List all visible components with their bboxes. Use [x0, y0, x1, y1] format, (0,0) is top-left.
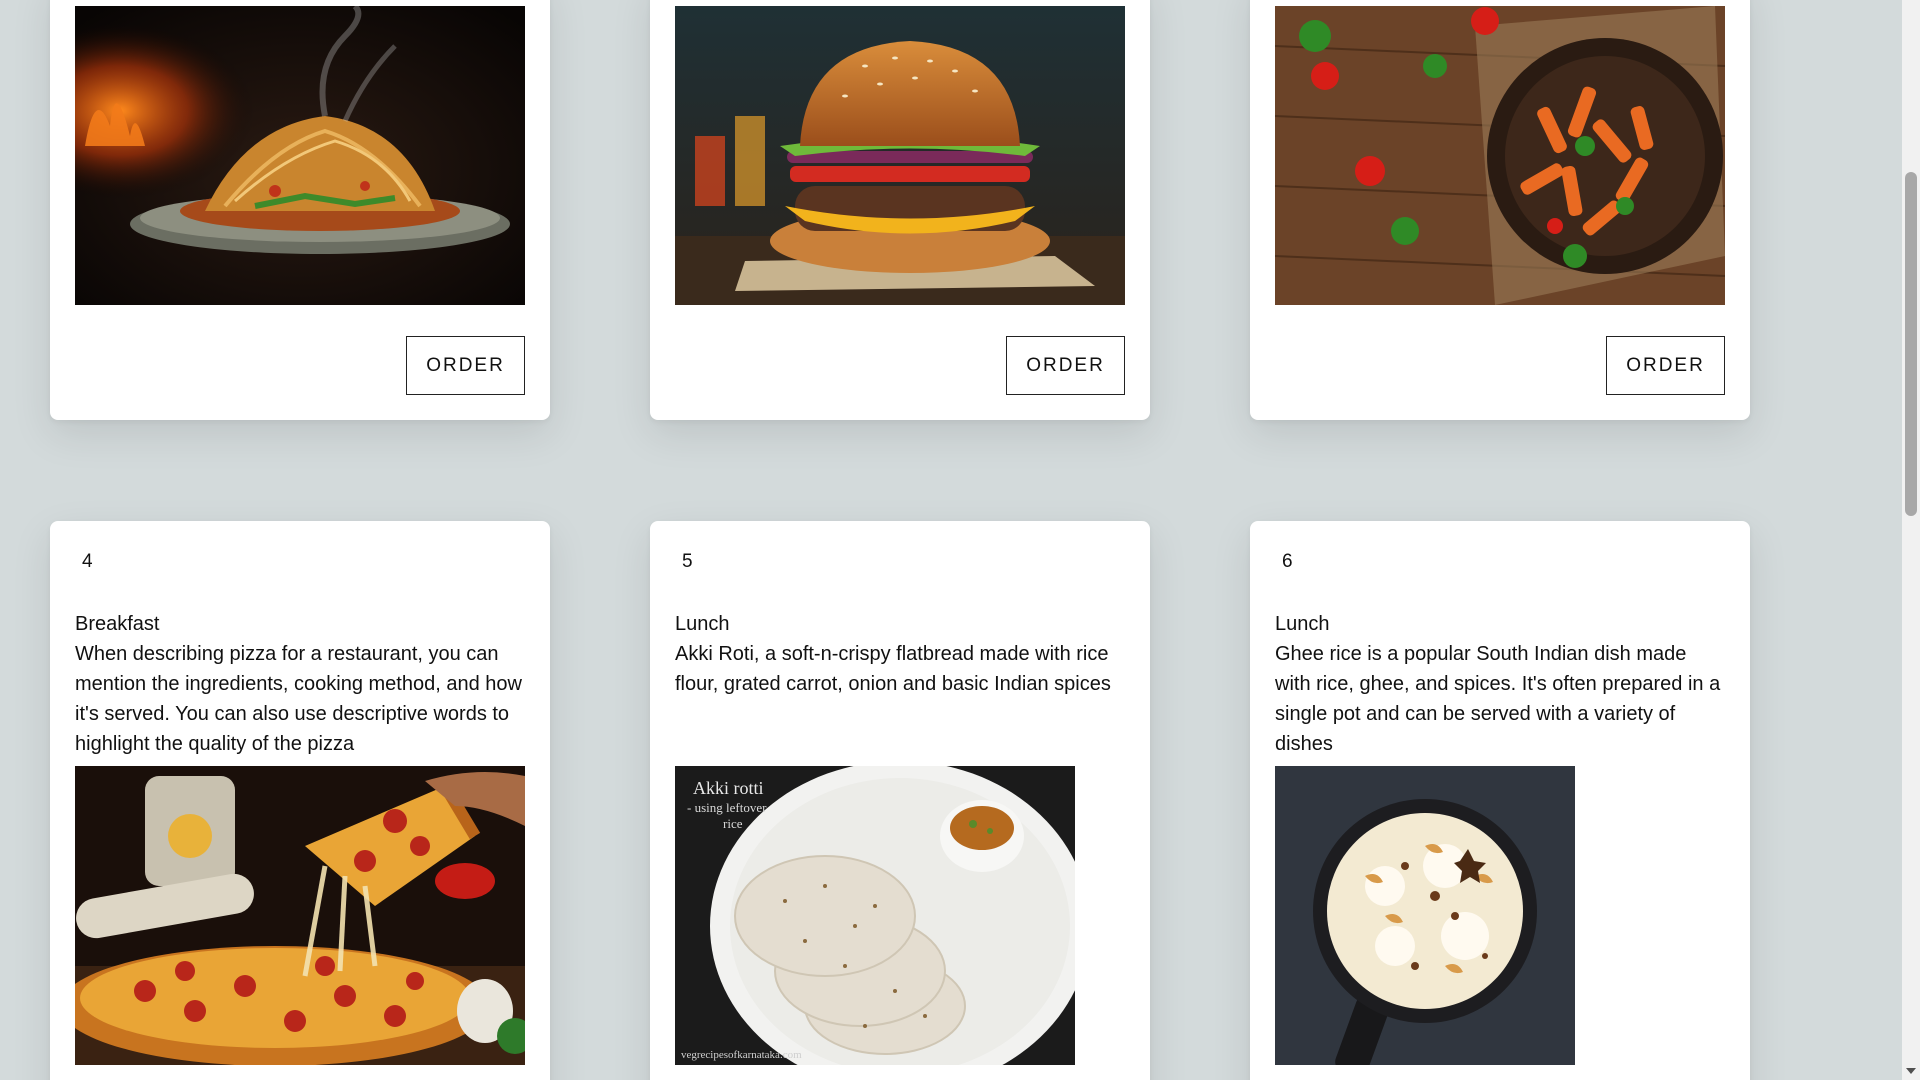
pizza-image — [75, 766, 525, 1065]
item-description: Ghee rice is a popular South Indian dish… — [1275, 643, 1721, 755]
menu-card-2: ORDER — [650, 0, 1150, 420]
item-number: 4 — [82, 551, 93, 572]
item-category: Breakfast — [75, 613, 160, 635]
noodles-image — [75, 6, 525, 305]
item-number: 5 — [682, 551, 693, 572]
image-watermark: vegrecipesofkarnataka.com — [681, 1049, 802, 1061]
item-category: Lunch — [1275, 613, 1330, 635]
order-button[interactable]: ORDER — [406, 336, 525, 395]
item-description: Akki Roti, a soft-n-crispy flatbread mad… — [675, 643, 1111, 695]
menu-card-1: ORDER — [50, 0, 550, 420]
menu-card-3: ORDER — [1250, 0, 1750, 420]
burger-image — [675, 6, 1125, 305]
item-number: 6 — [1282, 551, 1293, 572]
pasta-image — [1275, 6, 1725, 305]
image-caption-subtitle: - using leftover — [687, 800, 767, 815]
menu-page: ORDER ORDER ORDER 4 Breakfast When descr… — [0, 0, 1920, 1080]
image-caption-title: Akki rotti — [693, 778, 764, 798]
vertical-scrollbar[interactable] — [1902, 0, 1920, 1080]
scrollbar-thumb[interactable] — [1905, 172, 1917, 516]
menu-card-4: 4 Breakfast When describing pizza for a … — [50, 521, 550, 1080]
order-button[interactable]: ORDER — [1606, 336, 1725, 395]
ghee-rice-image — [1275, 766, 1575, 1065]
item-category: Lunch — [675, 613, 730, 635]
order-button[interactable]: ORDER — [1006, 336, 1125, 395]
akki-roti-image: Akki rotti - using leftover rice vegreci… — [675, 766, 1075, 1065]
menu-card-6: 6 Lunch Ghee rice is a popular South Ind… — [1250, 521, 1750, 1080]
item-description: When describing pizza for a restaurant, … — [75, 643, 522, 755]
menu-card-5: 5 Lunch Akki Roti, a soft-n-crispy flatb… — [650, 521, 1150, 1080]
image-caption-subtitle-2: rice — [723, 816, 743, 831]
scroll-down-arrow-icon[interactable] — [1906, 1068, 1916, 1074]
